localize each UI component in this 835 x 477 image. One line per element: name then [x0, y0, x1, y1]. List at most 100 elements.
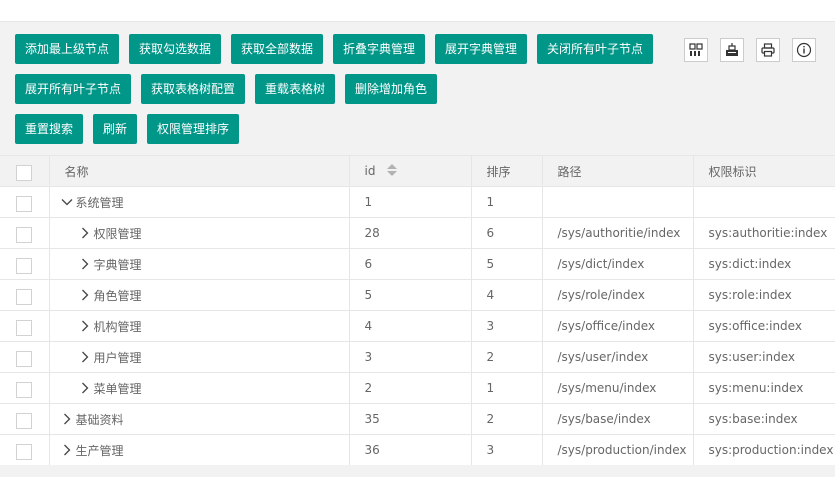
- expand-dict-button[interactable]: 展开字典管理: [435, 34, 527, 64]
- row-name-cell: 机构管理: [48, 310, 350, 342]
- row-id: 4: [348, 310, 472, 342]
- chevron-right-icon[interactable]: [60, 412, 74, 426]
- row-select-cell: [0, 248, 50, 280]
- row-path: /sys/menu/index: [541, 372, 694, 404]
- row-select-cell: [0, 217, 50, 249]
- row-sort: 6: [470, 217, 543, 249]
- row-path: /sys/office/index: [541, 310, 694, 342]
- row-path: [541, 186, 694, 218]
- row-perm: sys:user:index: [692, 341, 835, 373]
- row-checkbox[interactable]: [16, 443, 32, 460]
- table-row[interactable]: 基础资料 35 2/sys/base/index sys:base:index: [0, 403, 835, 435]
- table-row[interactable]: 用户管理 3 2/sys/user/index sys:user:index: [0, 341, 835, 373]
- row-path: /sys/authoritie/index: [541, 217, 694, 249]
- row-id: 3: [348, 341, 472, 373]
- toolbar: 添加最上级节点 获取勾选数据 获取全部数据 折叠字典管理 展开字典管理 关闭所有…: [0, 22, 835, 155]
- row-name: 字典管理: [93, 257, 142, 272]
- reset-search-button[interactable]: 重置搜索: [15, 114, 83, 144]
- delete-add-role-button[interactable]: 删除增加角色: [345, 74, 437, 104]
- top-strip: [0, 0, 835, 22]
- add-top-node-button[interactable]: 添加最上级节点: [15, 34, 119, 64]
- row-checkbox[interactable]: [16, 381, 32, 398]
- chevron-right-icon[interactable]: [78, 288, 92, 302]
- reload-treetable-button[interactable]: 重载表格树: [255, 74, 335, 104]
- print-icon[interactable]: [756, 38, 780, 62]
- row-name-cell: 字典管理: [48, 248, 350, 280]
- chevron-right-icon[interactable]: [78, 257, 92, 271]
- columns-filter-icon[interactable]: [684, 38, 708, 62]
- row-path: /sys/dict/index: [541, 248, 694, 280]
- header-id-label: id: [364, 163, 376, 178]
- row-checkbox[interactable]: [16, 226, 32, 243]
- select-all-cell: [0, 155, 50, 187]
- chevron-right-icon[interactable]: [78, 381, 92, 395]
- row-select-cell: [0, 310, 50, 342]
- row-name-cell: 系统管理: [48, 186, 350, 218]
- row-checkbox[interactable]: [16, 257, 32, 274]
- row-perm: [692, 186, 835, 218]
- export-icon[interactable]: [720, 38, 744, 62]
- row-select-cell: [0, 186, 50, 218]
- get-all-data-button[interactable]: 获取全部数据: [231, 34, 323, 64]
- row-id: 36: [348, 434, 472, 466]
- get-checked-data-button[interactable]: 获取勾选数据: [129, 34, 221, 64]
- refresh-button[interactable]: 刷新: [93, 114, 137, 144]
- chevron-down-icon[interactable]: [60, 195, 74, 209]
- chevron-right-icon[interactable]: [78, 226, 92, 240]
- close-all-leaves-button[interactable]: 关闭所有叶子节点: [537, 34, 653, 64]
- row-id: 5: [348, 279, 472, 311]
- row-id: 28: [348, 217, 472, 249]
- row-path: /sys/role/index: [541, 279, 694, 311]
- row-sort: 3: [470, 434, 543, 466]
- row-sort: 2: [470, 403, 543, 435]
- header-path: 路径: [541, 155, 694, 187]
- row-id: 1: [348, 186, 472, 218]
- row-checkbox[interactable]: [16, 288, 32, 305]
- chevron-right-icon[interactable]: [60, 443, 74, 457]
- row-select-cell: [0, 341, 50, 373]
- row-checkbox[interactable]: [16, 412, 32, 429]
- header-id[interactable]: id: [348, 155, 472, 187]
- row-path: /sys/base/index: [541, 403, 694, 435]
- row-select-cell: [0, 279, 50, 311]
- sort-icon[interactable]: [387, 163, 398, 179]
- expand-all-leaves-button[interactable]: 展开所有叶子节点: [15, 74, 131, 104]
- row-select-cell: [0, 434, 50, 466]
- table-row[interactable]: 菜单管理 2 1/sys/menu/index sys:menu:index: [0, 372, 835, 404]
- header-sort: 排序: [470, 155, 543, 187]
- get-treetable-config-button[interactable]: 获取表格树配置: [141, 74, 245, 104]
- row-id: 2: [348, 372, 472, 404]
- row-id: 6: [348, 248, 472, 280]
- row-checkbox[interactable]: [16, 350, 32, 367]
- collapse-dict-button[interactable]: 折叠字典管理: [333, 34, 425, 64]
- table-row[interactable]: 生产管理 36 3/sys/production/index sys:producti…: [0, 434, 835, 466]
- row-sort: 1: [470, 372, 543, 404]
- chevron-right-icon[interactable]: [78, 350, 92, 364]
- table-row[interactable]: 字典管理 6 5/sys/dict/index sys:dict:index: [0, 248, 835, 280]
- row-name: 机构管理: [93, 319, 142, 334]
- info-icon[interactable]: [792, 38, 816, 62]
- row-select-cell: [0, 372, 50, 404]
- row-name-cell: 菜单管理: [48, 372, 350, 404]
- row-name-cell: 基础资料: [48, 403, 350, 435]
- row-sort: 1: [470, 186, 543, 218]
- table-row[interactable]: 角色管理 5 4/sys/role/index sys:role:index: [0, 279, 835, 311]
- row-name-cell: 角色管理: [48, 279, 350, 311]
- chevron-right-icon[interactable]: [78, 319, 92, 333]
- table-header-row: 名称 id 排序 路径 权限标识: [0, 155, 835, 187]
- table-row[interactable]: 系统管理 1 1: [0, 186, 835, 218]
- row-name: 生产管理: [75, 443, 124, 458]
- header-perm: 权限标识: [692, 155, 835, 187]
- row-name: 权限管理: [93, 226, 142, 241]
- table-row[interactable]: 权限管理 28 6/sys/authoritie/index sys:authorit…: [0, 217, 835, 249]
- row-checkbox[interactable]: [16, 319, 32, 336]
- row-checkbox[interactable]: [16, 195, 32, 212]
- row-perm: sys:authoritie:index: [692, 217, 835, 249]
- table-row[interactable]: 机构管理 4 3/sys/office/index sys:office:index: [0, 310, 835, 342]
- row-perm: sys:office:index: [692, 310, 835, 342]
- sort-permission-button[interactable]: 权限管理排序: [147, 114, 239, 144]
- row-name-cell: 用户管理: [48, 341, 350, 373]
- select-all-checkbox[interactable]: [16, 164, 32, 181]
- row-id: 35: [348, 403, 472, 435]
- header-name: 名称: [48, 155, 350, 187]
